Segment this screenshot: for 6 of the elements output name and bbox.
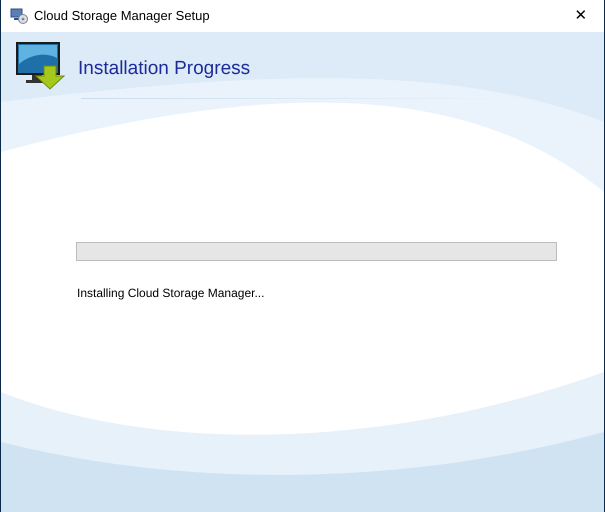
app-icon	[10, 8, 28, 24]
status-text: Installing Cloud Storage Manager...	[77, 285, 266, 302]
close-button[interactable]: ✕	[558, 0, 604, 32]
page-title: Installation Progress	[78, 56, 250, 81]
window-title: Cloud Storage Manager Setup	[34, 7, 210, 26]
monitor-download-icon	[16, 42, 66, 90]
